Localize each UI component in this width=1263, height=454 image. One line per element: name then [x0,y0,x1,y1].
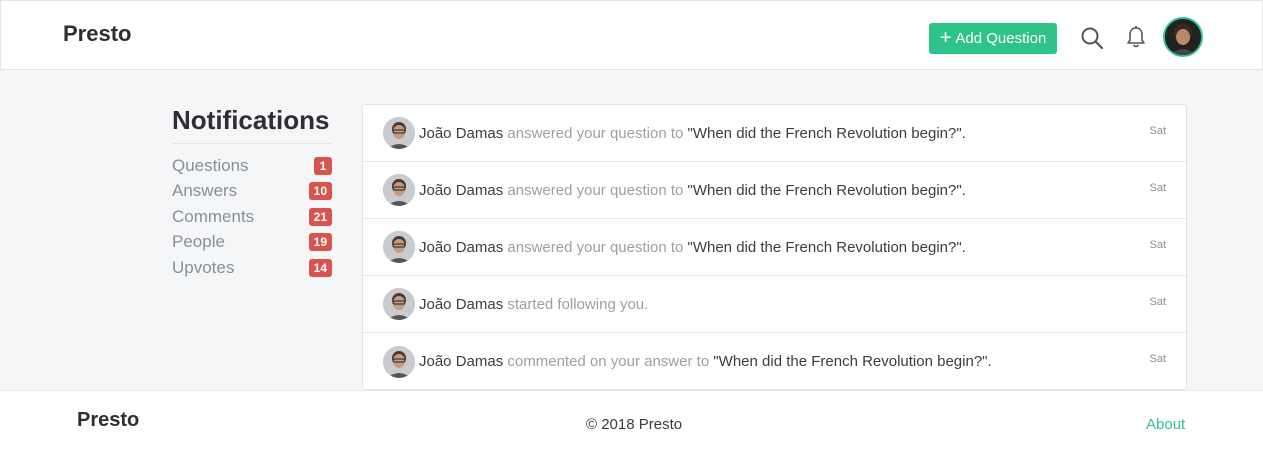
plus-icon: + [939,26,952,49]
brand-logo[interactable]: Presto [63,21,131,47]
sidebar-item-people[interactable]: People 19 [172,230,332,256]
user-avatar[interactable] [1163,17,1203,57]
footer: Presto © 2018 Presto About [0,390,1263,454]
notification-list: João Damas answered your question to "Wh… [362,104,1187,390]
sidebar-item-comments[interactable]: Comments 21 [172,204,332,230]
notification-filter-list: Questions 1 Answers 10 Comments 21 Peopl… [172,153,332,281]
notification-action: answered your question to [507,238,684,256]
bell-icon[interactable] [1125,25,1147,49]
add-question-label: Add Question [955,30,1047,47]
user-name[interactable]: João Damas [419,296,503,313]
question-link[interactable]: "When did the French Revolution begin?". [688,239,966,256]
notification-text: João Damas answered your question to "Wh… [419,125,966,142]
count-badge: 21 [308,207,332,226]
sidebar-item-answers[interactable]: Answers 10 [172,179,332,205]
sidebar-item-label: Questions [172,155,249,175]
avatar[interactable] [383,288,415,320]
sidebar-item-label: Answers [172,181,238,201]
user-name[interactable]: João Damas [419,239,503,256]
list-item[interactable]: João Damas started following you. Sat [363,276,1186,333]
avatar[interactable] [383,174,415,206]
list-item[interactable]: João Damas answered your question to "Wh… [363,105,1186,162]
notification-text: João Damas started following you. [419,296,648,313]
sidebar-item-label: Comments [172,206,255,226]
notification-time: Sat [1149,353,1166,365]
question-link[interactable]: "When did the French Revolution begin?". [688,182,966,199]
avatar[interactable] [383,117,415,149]
sidebar-item-questions[interactable]: Questions 1 [172,153,332,179]
avatar[interactable] [383,231,415,263]
list-item[interactable]: João Damas answered your question to "Wh… [363,219,1186,276]
sidebar-item-label: People [172,232,225,252]
user-name[interactable]: João Damas [419,182,503,199]
count-badge: 14 [308,258,332,277]
page-title: Notifications [172,105,330,135]
count-badge: 19 [308,233,332,252]
list-item[interactable]: João Damas answered your question to "Wh… [363,162,1186,219]
notification-text: João Damas commented on your answer to "… [419,353,992,370]
top-navbar: Presto + Add Question [0,0,1263,70]
avatar[interactable] [383,345,415,378]
list-item[interactable]: João Damas commented on your answer to "… [363,333,1186,389]
about-link[interactable]: About [1146,416,1185,433]
notification-action: answered your question to [507,124,684,142]
count-badge: 1 [314,156,332,175]
notification-time: Sat [1149,296,1166,308]
sidebar-item-label: Upvotes [172,257,235,277]
notification-text: João Damas answered your question to "Wh… [419,239,966,256]
notification-action: answered your question to [507,181,684,199]
notification-time: Sat [1149,182,1166,194]
question-link[interactable]: "When did the French Revolution begin?". [713,353,991,370]
copyright-text: © 2018 Presto [586,416,683,433]
notification-text: João Damas answered your question to "Wh… [419,182,966,199]
add-question-button[interactable]: + Add Question [929,23,1057,54]
search-icon[interactable] [1080,26,1104,50]
count-badge: 10 [308,182,332,201]
footer-brand[interactable]: Presto [77,409,139,432]
question-link[interactable]: "When did the French Revolution begin?". [688,125,966,142]
notification-time: Sat [1149,239,1166,251]
notification-time: Sat [1149,125,1166,137]
user-name[interactable]: João Damas [419,125,503,142]
notification-action: started following you. [507,295,649,313]
sidebar-divider [172,143,332,144]
sidebar-item-upvotes[interactable]: Upvotes 14 [172,255,332,281]
notification-action: commented on your answer to [507,353,710,370]
user-name[interactable]: João Damas [419,353,503,370]
